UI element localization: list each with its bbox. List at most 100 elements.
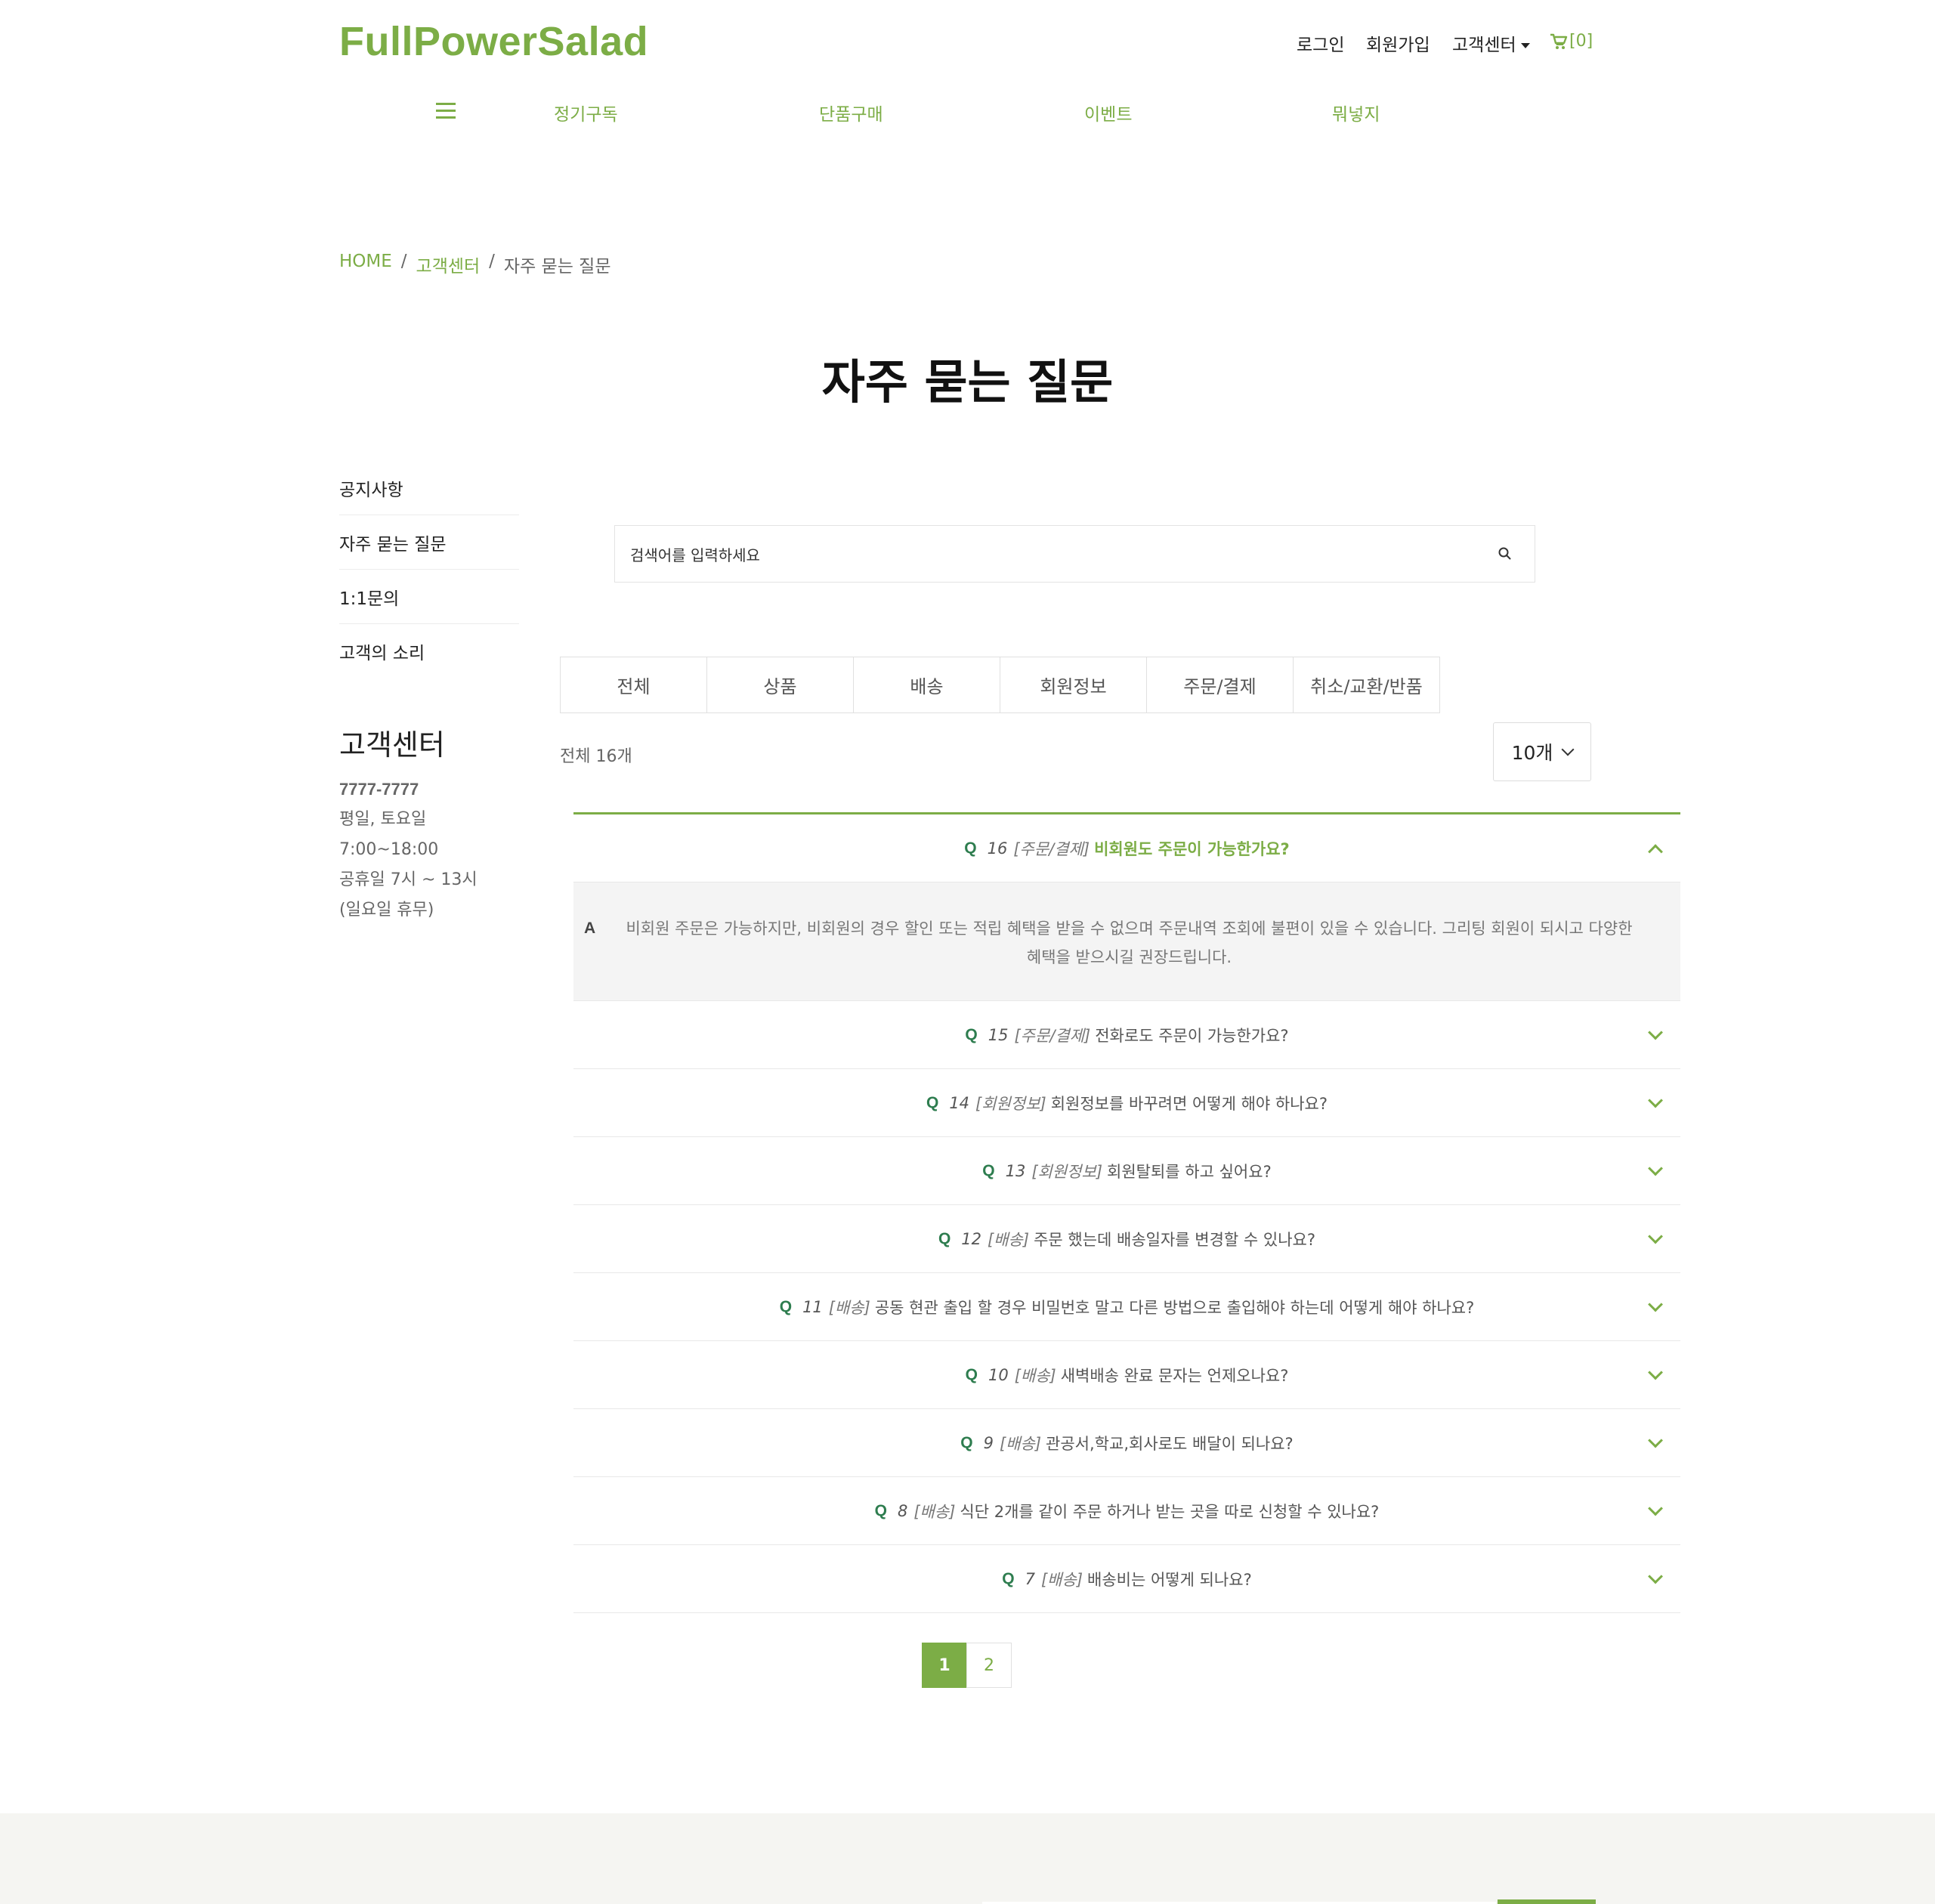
side-menu: 공지사항 자주 묻는 질문 1:1문의 고객의 소리	[339, 461, 519, 678]
faq-number: 11	[802, 1297, 823, 1316]
tab-order-payment[interactable]: 주문/결제	[1146, 657, 1294, 713]
a-mark: A	[584, 920, 596, 937]
faq-number: 12	[961, 1229, 982, 1248]
side-item-voice[interactable]: 고객의 소리	[339, 624, 519, 678]
cs-holiday: 공휴일 7시 ~ 13시	[339, 870, 478, 889]
q-mark: Q	[965, 1025, 978, 1043]
tab-all[interactable]: 전체	[560, 657, 707, 713]
q-mark: Q	[926, 1093, 939, 1111]
faq-category: [배송]	[828, 1298, 870, 1317]
breadcrumb-support[interactable]: 고객센터	[416, 252, 481, 277]
page-title: 자주 묻는 질문	[821, 354, 1114, 410]
cs-title: 고객센터	[339, 728, 445, 762]
tab-delivery[interactable]: 배송	[853, 657, 1000, 713]
breadcrumb-home[interactable]: HOME	[339, 252, 392, 277]
chevron-down-icon[interactable]	[1648, 1433, 1663, 1448]
cart-count: [0]	[1569, 32, 1593, 51]
q-mark: Q	[964, 839, 977, 857]
faq-category: [배송]	[913, 1502, 956, 1521]
faq-number: 8	[897, 1501, 908, 1520]
chevron-up-icon[interactable]	[1648, 843, 1663, 859]
signup-link[interactable]: 회원가입	[1366, 30, 1430, 56]
chevron-down-icon[interactable]	[1648, 1297, 1663, 1312]
chevron-down-icon[interactable]	[1648, 1025, 1663, 1040]
chevron-down-icon[interactable]	[1648, 1229, 1663, 1244]
q-mark: Q	[965, 1365, 978, 1383]
faq-question[interactable]: Q 14 [회원정보] 회원정보를 바꾸려면 어떻게 해야 하나요?	[573, 1069, 1680, 1137]
faq-answer-line: 혜택을 받으시길 권장드립니다.	[1026, 948, 1232, 966]
faq-question-text: 배송비는 어떻게 되나요?	[1087, 1570, 1252, 1589]
chevron-down-icon[interactable]	[1648, 1161, 1663, 1176]
tab-member[interactable]: 회원정보	[1000, 657, 1147, 713]
faq-number: 14	[949, 1093, 970, 1112]
faq-number: 13	[1005, 1161, 1026, 1180]
nav-what-to-add[interactable]: 뭐넣지	[1332, 100, 1380, 125]
support-menu[interactable]: 고객센터	[1452, 30, 1530, 56]
footer-button-edge[interactable]	[1498, 1899, 1596, 1904]
tab-product[interactable]: 상품	[706, 657, 854, 713]
faq-category: [배송]	[988, 1230, 1030, 1249]
chevron-down-icon[interactable]	[1648, 1501, 1663, 1516]
faq-list: Q 16 [주문/결제] 비회원도 주문이 가능한가요? A 비회원 주문은 가…	[573, 812, 1680, 1613]
search-input[interactable]: 검색어를 입력하세요	[630, 543, 1497, 565]
faq-question-text: 공동 현관 출입 할 경우 비밀번호 말고 다른 방법으로 출입해야 하는데 어…	[874, 1298, 1475, 1317]
faq-question-text: 식단 2개를 같이 주문 하거나 받는 곳을 따로 신청할 수 있나요?	[960, 1502, 1380, 1521]
chevron-down-icon[interactable]	[1648, 1569, 1663, 1584]
cart-link[interactable]: [0]	[1550, 32, 1593, 51]
q-mark: Q	[779, 1297, 793, 1315]
q-mark: Q	[960, 1433, 973, 1451]
page-button-1[interactable]: 1	[922, 1643, 967, 1688]
faq-question[interactable]: Q 11 [배송] 공동 현관 출입 할 경우 비밀번호 말고 다른 방법으로 …	[573, 1273, 1680, 1341]
support-menu-label: 고객센터	[1452, 36, 1516, 55]
faq-question[interactable]: Q 10 [배송] 새벽배송 완료 문자는 언제오나요?	[573, 1341, 1680, 1409]
chevron-down-icon[interactable]	[1648, 1365, 1663, 1380]
q-mark: Q	[982, 1161, 995, 1179]
faq-category: [주문/결제]	[1014, 1026, 1091, 1045]
faq-number: 9	[983, 1433, 994, 1452]
site-logo[interactable]: FullPowerSalad	[339, 18, 648, 65]
q-mark: Q	[1002, 1569, 1015, 1587]
nav-event[interactable]: 이벤트	[1084, 100, 1132, 125]
side-item-inquiry[interactable]: 1:1문의	[339, 570, 519, 624]
breadcrumb-separator: /	[489, 252, 495, 271]
nav-subscription[interactable]: 정기구독	[554, 100, 618, 125]
chevron-down-icon[interactable]	[1648, 1093, 1663, 1108]
hamburger-menu-icon[interactable]	[436, 103, 456, 119]
faq-question[interactable]: Q 13 [회원정보] 회원탈퇴를 하고 싶어요?	[573, 1137, 1680, 1205]
faq-question-text: 새벽배송 완료 문자는 언제오나요?	[1060, 1366, 1289, 1385]
faq-question[interactable]: Q 8 [배송] 식단 2개를 같이 주문 하거나 받는 곳을 따로 신청할 수…	[573, 1477, 1680, 1545]
faq-category: [배송]	[1014, 1366, 1056, 1385]
faq-question-text: 회원탈퇴를 하고 싶어요?	[1107, 1162, 1272, 1181]
faq-question[interactable]: Q 16 [주문/결제] 비회원도 주문이 가능한가요?	[573, 814, 1680, 882]
faq-answer-line: 비회원 주문은 가능하지만, 비회원의 경우 할인 또는 적립 혜택을 받을 수…	[626, 920, 1633, 938]
faq-question-text: 비회원도 주문이 가능한가요?	[1094, 839, 1290, 858]
faq-category: [주문/결제]	[1013, 839, 1090, 858]
faq-question-text: 회원정보를 바꾸려면 어떻게 해야 하나요?	[1050, 1094, 1328, 1113]
search-icon[interactable]	[1497, 546, 1513, 562]
faq-question[interactable]: Q 15 [주문/결제] 전화로도 주문이 가능한가요?	[573, 1001, 1680, 1069]
side-item-faq[interactable]: 자주 묻는 질문	[339, 515, 519, 570]
faq-question-text: 주문 했는데 배송일자를 변경할 수 있나요?	[1034, 1230, 1316, 1249]
faq-number: 15	[988, 1025, 1009, 1044]
faq-answer: A 비회원 주문은 가능하지만, 비회원의 경우 할인 또는 적립 혜택을 받을…	[573, 882, 1680, 1001]
faq-question[interactable]: Q 12 [배송] 주문 했는데 배송일자를 변경할 수 있나요?	[573, 1205, 1680, 1273]
cs-sunday: (일요일 휴무)	[339, 901, 434, 920]
page-button-2[interactable]: 2	[966, 1643, 1012, 1688]
faq-question-text: 관공서,학교,회사로도 배달이 되나요?	[1046, 1434, 1294, 1453]
tab-cancel-return[interactable]: 취소/교환/반품	[1293, 657, 1440, 713]
faq-question[interactable]: Q 9 [배송] 관공서,학교,회사로도 배달이 되나요?	[573, 1409, 1680, 1477]
page-size-select[interactable]: 10개	[1493, 722, 1591, 781]
breadcrumb-current: 자주 묻는 질문	[503, 257, 611, 277]
chevron-down-icon	[1561, 743, 1575, 756]
faq-search-box[interactable]: 검색어를 입력하세요	[614, 525, 1535, 583]
faq-category: [배송]	[1000, 1434, 1042, 1453]
faq-question[interactable]: Q 7 [배송] 배송비는 어떻게 되나요?	[573, 1545, 1680, 1613]
side-item-notice[interactable]: 공지사항	[339, 461, 519, 515]
faq-number: 7	[1025, 1569, 1035, 1588]
faq-category: [회원정보]	[1031, 1162, 1103, 1181]
page-size-value: 10개	[1511, 742, 1553, 764]
faq-category: [회원정보]	[975, 1094, 1046, 1113]
q-mark: Q	[938, 1229, 951, 1247]
login-link[interactable]: 로그인	[1297, 30, 1344, 56]
nav-single-purchase[interactable]: 단품구매	[819, 100, 883, 125]
